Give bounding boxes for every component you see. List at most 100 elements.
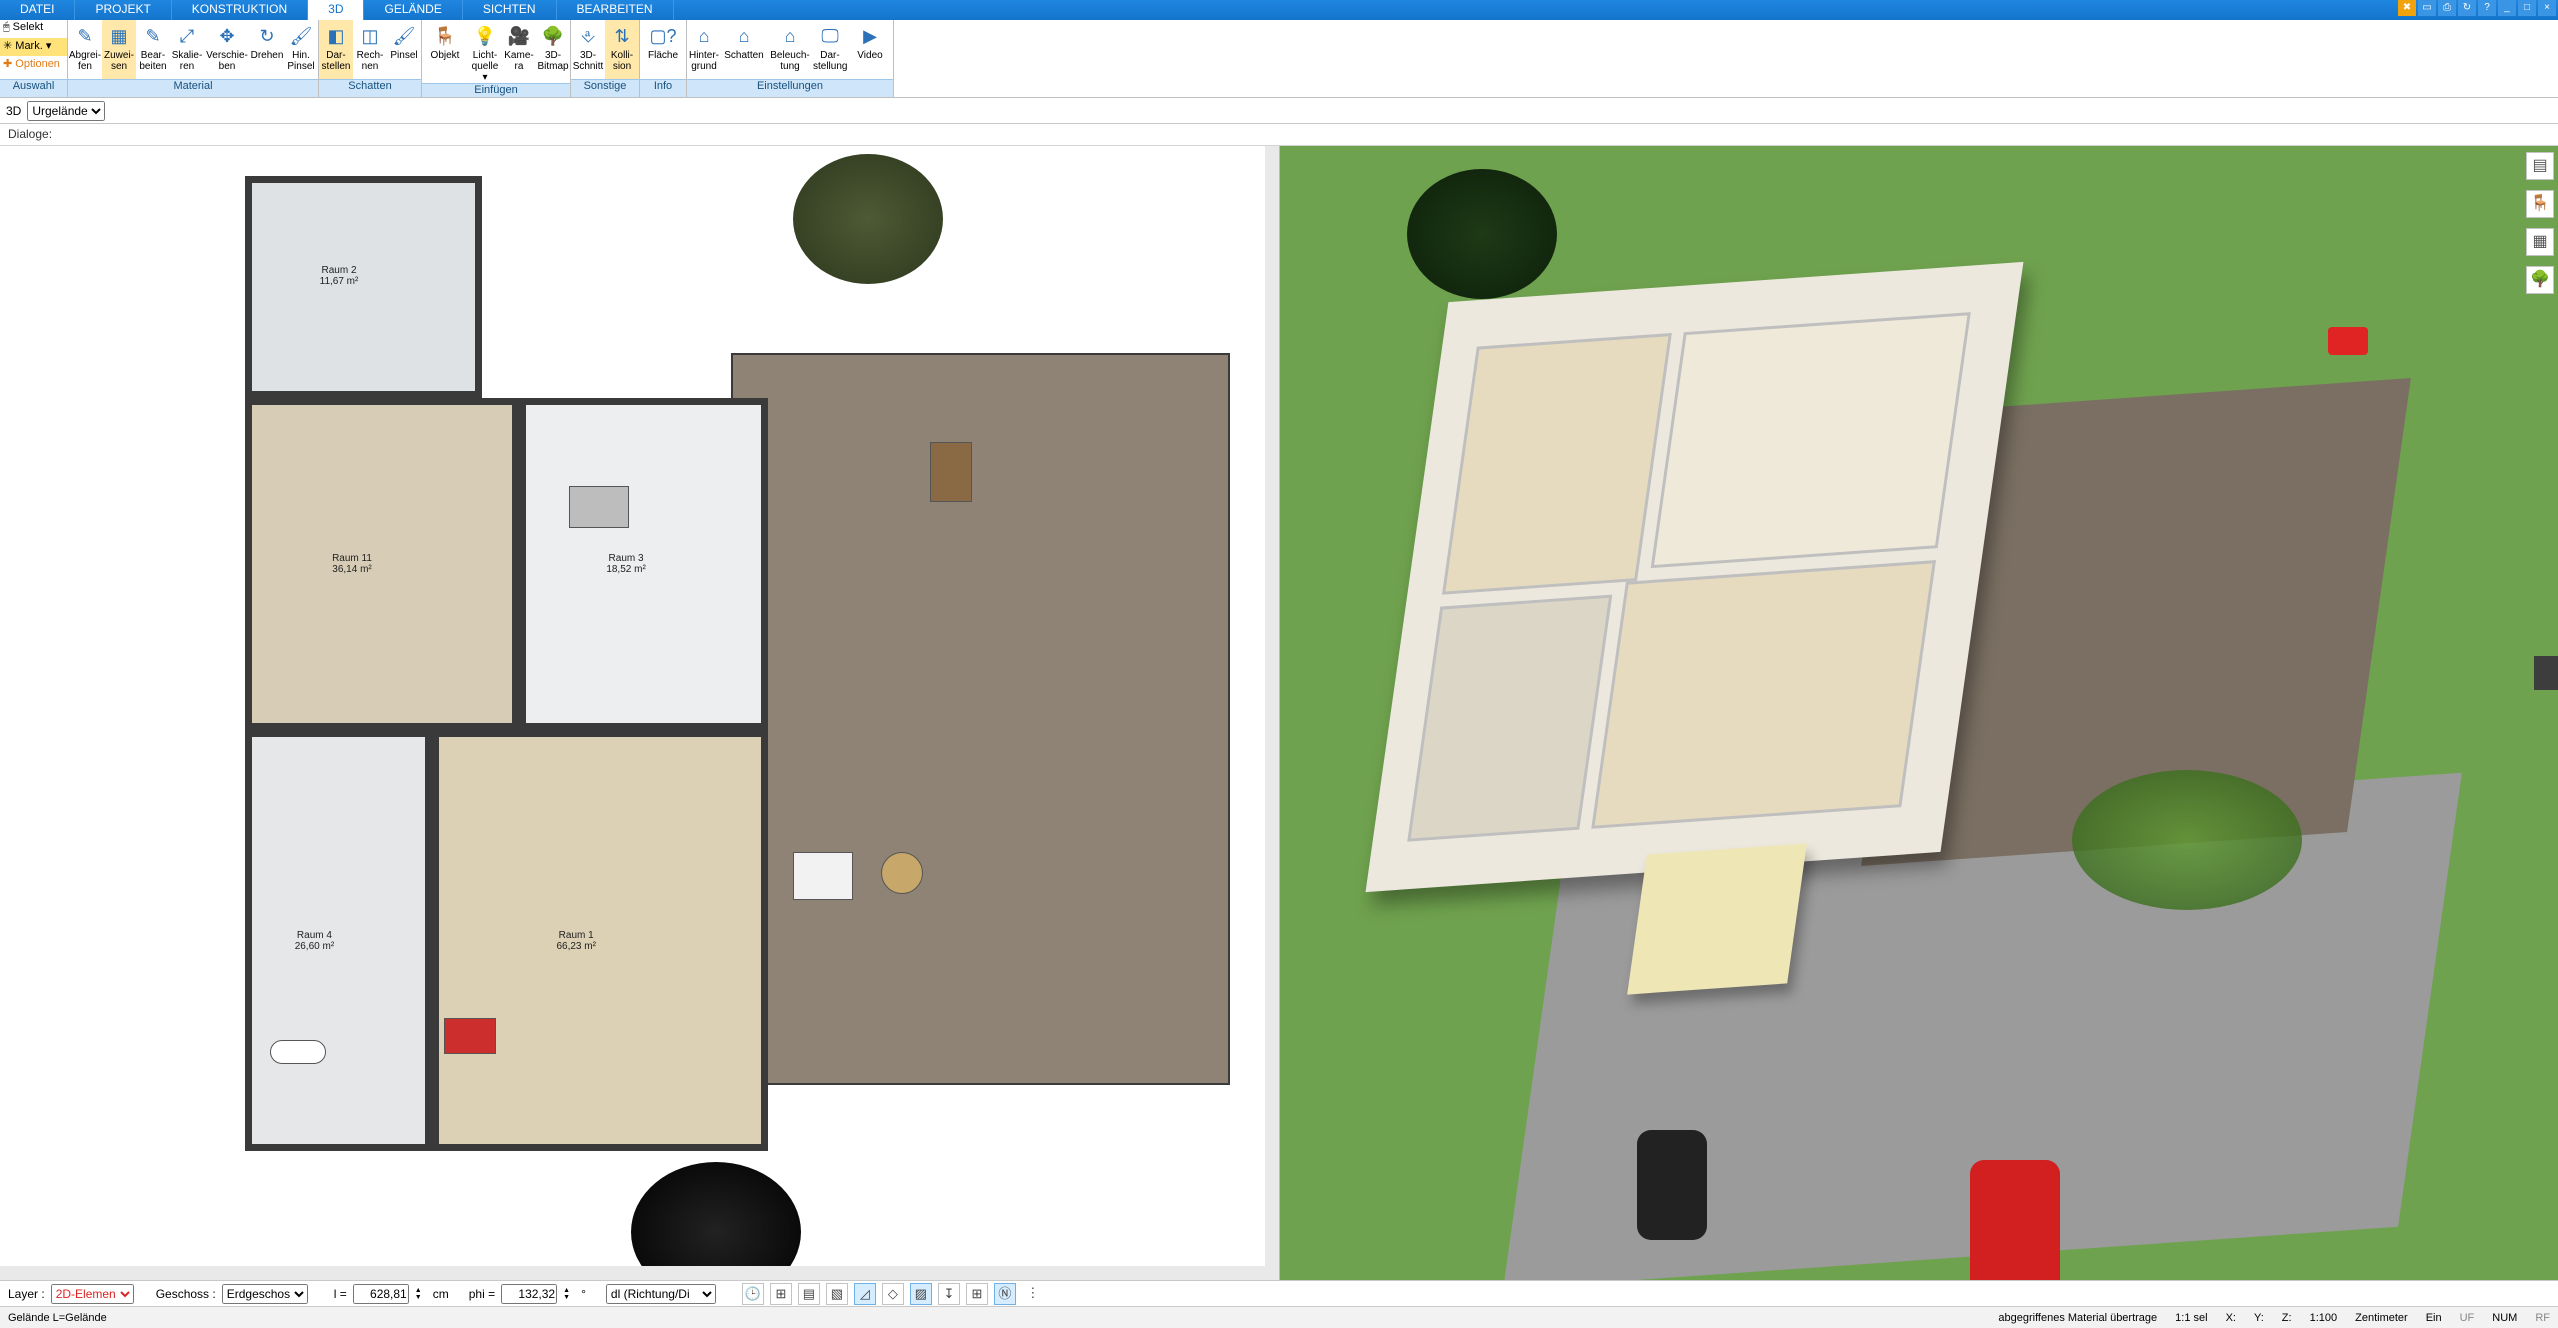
plan-2d-viewport[interactable]: Raum 2 11,67 m² Raum 11 36,14 m² Raum 3 … bbox=[0, 146, 1280, 1280]
menu-bearbeiten[interactable]: BEARBEITEN bbox=[557, 0, 674, 20]
area-icon: ▢? bbox=[640, 22, 686, 50]
materials-tool[interactable]: ▦ bbox=[2526, 228, 2554, 256]
menu-datei[interactable]: DATEI bbox=[0, 0, 75, 20]
minimize-button[interactable]: _ bbox=[2498, 0, 2516, 16]
kollision-button[interactable]: ⇅Kolli-sion bbox=[605, 20, 639, 79]
app-icon-4[interactable]: ↻ bbox=[2458, 0, 2476, 16]
status-scale: 1:100 bbox=[2310, 1312, 2338, 1324]
plane-icon[interactable]: ◇ bbox=[882, 1283, 904, 1305]
l-stepper[interactable]: ▲▼ bbox=[415, 1287, 427, 1301]
room2-name: Raum 2 bbox=[320, 265, 359, 276]
selekt-button[interactable]: 🖱 Selekt bbox=[0, 20, 67, 38]
red-car bbox=[1970, 1160, 2060, 1280]
beleuchtung-button[interactable]: ⌂Beleuch-tung bbox=[767, 20, 813, 79]
plants-tool[interactable]: 🌳 bbox=[2526, 266, 2554, 294]
brush-back-icon: 🖌 bbox=[284, 22, 318, 50]
house-bg-icon: ⌂ bbox=[687, 22, 721, 50]
drehen-button[interactable]: ↻Drehen bbox=[250, 20, 284, 79]
snap-grid-icon[interactable]: ⊞ bbox=[770, 1283, 792, 1305]
menu-3d[interactable]: 3D bbox=[308, 0, 364, 20]
close-button[interactable]: × bbox=[2538, 0, 2556, 16]
menu-konstruktion[interactable]: KONSTRUKTION bbox=[172, 0, 308, 20]
app-icon-3[interactable]: ⎙ bbox=[2438, 0, 2456, 16]
room11-name: Raum 11 bbox=[332, 553, 372, 564]
hinpinsel-button[interactable]: 🖌Hin.Pinsel bbox=[284, 20, 318, 79]
angle-icon[interactable]: ◿ bbox=[854, 1283, 876, 1305]
plan-scroll-v[interactable] bbox=[1265, 146, 1279, 1280]
plan-scroll-h[interactable] bbox=[0, 1266, 1265, 1280]
group-material-caption: Material bbox=[68, 79, 318, 97]
kamera-button[interactable]: 🎥Kame-ra bbox=[502, 20, 536, 83]
black-car bbox=[1637, 1130, 1707, 1240]
bush-1 bbox=[2072, 770, 2302, 910]
layers-tool[interactable]: ▤ bbox=[2526, 152, 2554, 180]
tree-3d bbox=[1407, 169, 1557, 299]
app-icon-2[interactable]: ▭ bbox=[2418, 0, 2436, 16]
color-icon[interactable]: ▧ bbox=[826, 1283, 848, 1305]
room3-area: 18,52 m² bbox=[606, 564, 645, 575]
north-icon[interactable]: Ⓝ bbox=[994, 1283, 1016, 1305]
chair-icon: 🪑 bbox=[422, 22, 468, 50]
dl-dropdown[interactable]: dl (Richtung/Di bbox=[606, 1284, 716, 1304]
commit-icon[interactable]: ↧ bbox=[938, 1283, 960, 1305]
brush-icon: 🖌 bbox=[387, 22, 421, 50]
help-icon[interactable]: ? bbox=[2478, 0, 2496, 16]
layer-select[interactable]: Urgelände bbox=[27, 101, 105, 121]
pinsel-button[interactable]: 🖌Pinsel bbox=[387, 20, 421, 79]
move-icon: ✥ bbox=[204, 22, 250, 50]
phi-stepper[interactable]: ▲▼ bbox=[563, 1287, 575, 1301]
grid-icon[interactable]: ⊞ bbox=[966, 1283, 988, 1305]
viewmode-label: 3D bbox=[6, 104, 21, 118]
geschoss-dropdown[interactable]: Erdgeschos bbox=[222, 1284, 308, 1304]
phi-input[interactable] bbox=[501, 1284, 557, 1304]
maximize-button[interactable]: □ bbox=[2518, 0, 2536, 16]
3d-bitmap-button[interactable]: 🌳3D-Bitmap bbox=[536, 20, 570, 83]
status-unit: Zentimeter bbox=[2355, 1312, 2408, 1324]
bearbeiten-button[interactable]: ✎Bear-beiten bbox=[136, 20, 170, 79]
layer-dropdown[interactable]: 2D-Elemen bbox=[51, 1284, 134, 1304]
flaeche-button[interactable]: ▢?Fläche bbox=[640, 20, 686, 79]
optionen-button[interactable]: ✚ Optionen bbox=[0, 56, 67, 74]
scene-3d-viewport[interactable]: ▤ 🪑 ▦ 🌳 bbox=[1280, 146, 2558, 1280]
mark-button[interactable]: ✳ Mark. ▾ bbox=[0, 38, 67, 56]
layer-label: Layer : bbox=[8, 1287, 45, 1301]
status-rf: RF bbox=[2535, 1312, 2550, 1324]
lighting-icon: ⌂ bbox=[767, 22, 813, 50]
room2-area: 11,67 m² bbox=[320, 276, 359, 287]
abgreifen-button[interactable]: ✎Abgrei-fen bbox=[68, 20, 102, 79]
cube-icon: ◧ bbox=[319, 22, 353, 50]
diagonal-icon[interactable]: ▨ bbox=[910, 1283, 932, 1305]
skalieren-button[interactable]: ⤢Skalie-ren bbox=[170, 20, 204, 79]
tree-icon bbox=[793, 154, 943, 284]
objekt-button[interactable]: 🪑Objekt bbox=[422, 20, 468, 83]
layers-icon[interactable]: ▤ bbox=[798, 1283, 820, 1305]
camera-icon: 🎥 bbox=[502, 22, 536, 50]
schatten-set-button[interactable]: ⌂Schatten bbox=[721, 20, 767, 79]
lichtquelle-button[interactable]: 💡Licht-quelle ▾ bbox=[468, 20, 502, 83]
hintergrund-button[interactable]: ⌂Hinter-grund bbox=[687, 20, 721, 79]
darstellung-button[interactable]: 🖵Dar-stellung bbox=[813, 20, 847, 79]
status-material: abgegriffenes Material übertrage bbox=[1998, 1312, 2157, 1324]
rechnen-button[interactable]: ◫Rech-nen bbox=[353, 20, 387, 79]
zuweisen-button[interactable]: ▦Zuwei-sen bbox=[102, 20, 136, 79]
furniture-tool[interactable]: 🪑 bbox=[2526, 190, 2554, 218]
group-einstellungen: ⌂Hinter-grund ⌂Schatten ⌂Beleuch-tung 🖵D… bbox=[687, 20, 894, 97]
menu-gelaende[interactable]: GELÄNDE bbox=[364, 0, 462, 20]
menu-sichten[interactable]: SICHTEN bbox=[463, 0, 557, 20]
clock-icon[interactable]: 🕒 bbox=[742, 1283, 764, 1305]
l-unit: cm bbox=[433, 1287, 449, 1301]
video-button[interactable]: ▶Video bbox=[847, 20, 893, 79]
app-icon-1[interactable]: ✖ bbox=[2398, 0, 2416, 16]
side-panel-pull[interactable] bbox=[2534, 656, 2558, 690]
l-label: l = bbox=[334, 1287, 347, 1301]
status-left: Gelände L=Gelände bbox=[8, 1312, 107, 1324]
menu-projekt[interactable]: PROJEKT bbox=[75, 0, 171, 20]
l-input[interactable] bbox=[353, 1284, 409, 1304]
carport bbox=[1628, 843, 1808, 994]
status-uf: UF bbox=[2460, 1312, 2475, 1324]
darstellen-button[interactable]: ◧Dar-stellen bbox=[319, 20, 353, 79]
3d-schnitt-button[interactable]: ⎀3D-Schnitt bbox=[571, 20, 605, 79]
group-info-caption: Info bbox=[640, 79, 686, 97]
verschieben-button[interactable]: ✥Verschie-ben bbox=[204, 20, 250, 79]
more-icon[interactable]: ⋮ bbox=[1022, 1283, 1044, 1305]
